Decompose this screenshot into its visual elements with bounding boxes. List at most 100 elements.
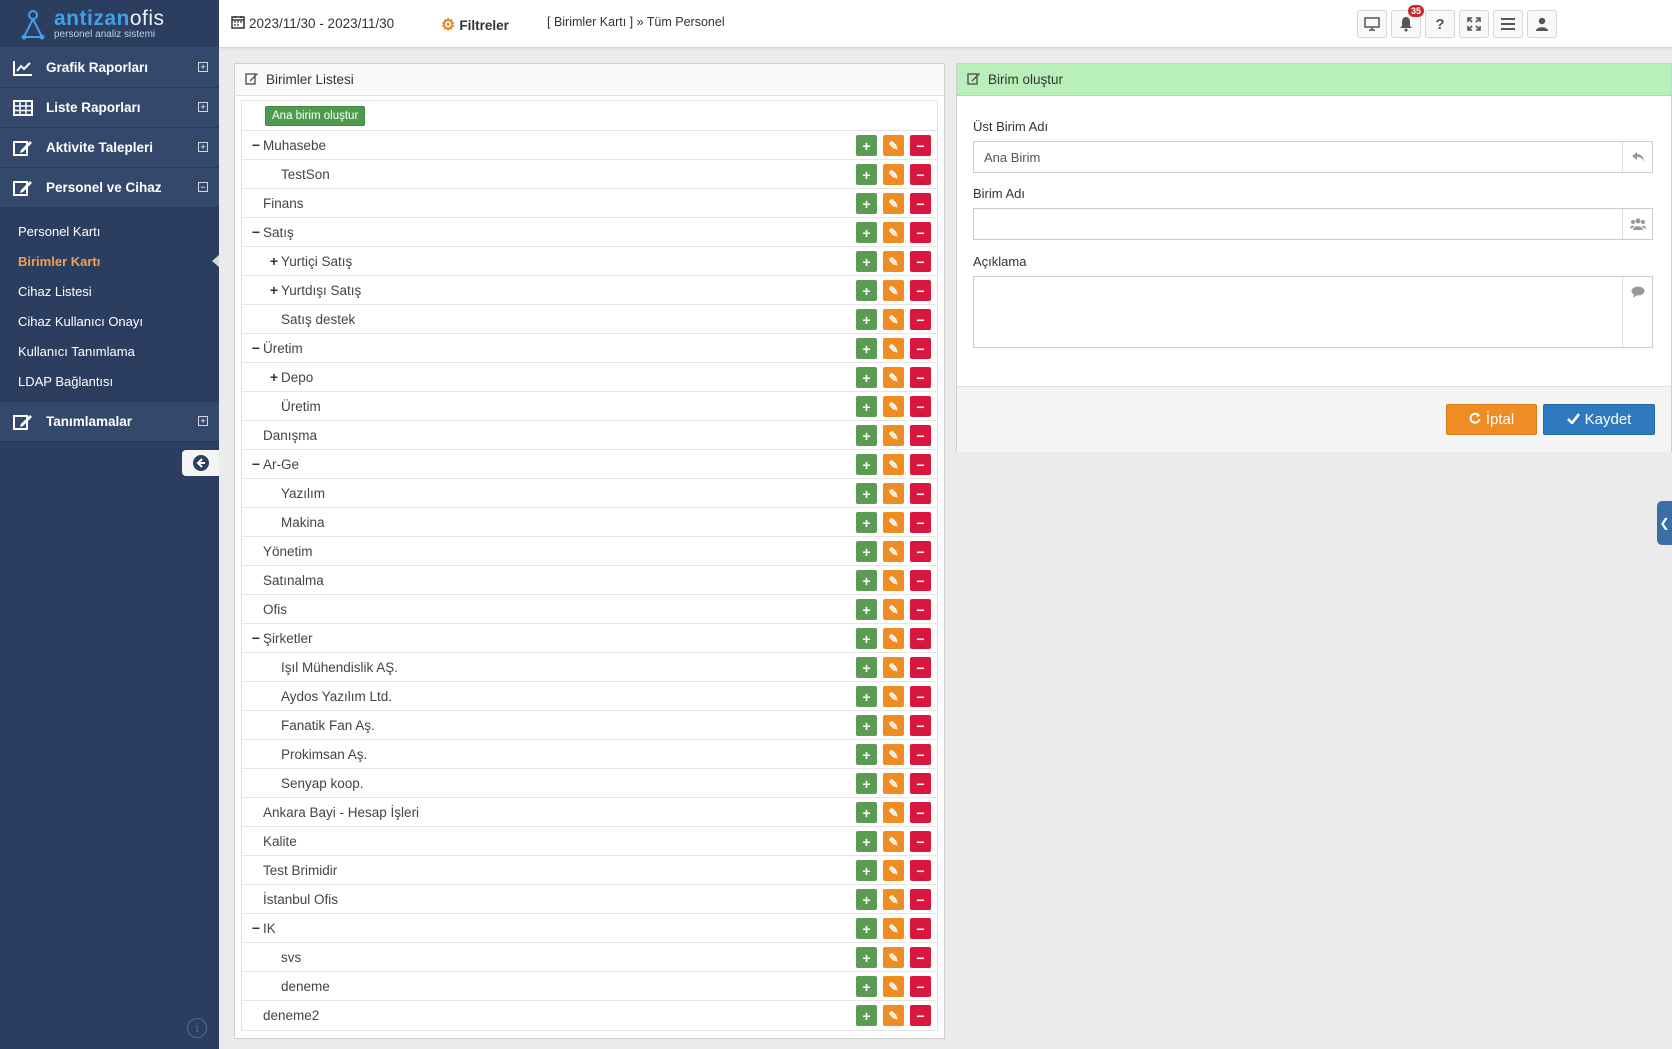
delete-unit-button[interactable]: − bbox=[910, 657, 931, 678]
add-subunit-button[interactable]: + bbox=[856, 512, 877, 533]
tree-row[interactable]: + Yurtiçi Satış + ✎ − bbox=[242, 247, 937, 276]
collapse-node-icon[interactable]: − bbox=[249, 920, 263, 936]
tree-row[interactable]: Üretim + ✎ − bbox=[242, 392, 937, 421]
tree-row[interactable]: deneme + ✎ − bbox=[242, 972, 937, 1001]
menu-button[interactable] bbox=[1493, 10, 1523, 38]
edit-unit-button[interactable]: ✎ bbox=[883, 164, 904, 185]
expand-icon[interactable]: + bbox=[198, 62, 208, 72]
tree-row-label[interactable]: IK bbox=[263, 921, 276, 936]
tree-row-label[interactable]: Ar-Ge bbox=[263, 457, 299, 472]
edit-unit-button[interactable]: ✎ bbox=[883, 222, 904, 243]
delete-unit-button[interactable]: − bbox=[910, 425, 931, 446]
edit-unit-button[interactable]: ✎ bbox=[883, 135, 904, 156]
tree-row[interactable]: Test Brimidir + ✎ − bbox=[242, 856, 937, 885]
tree-row[interactable]: deneme2 + ✎ − bbox=[242, 1001, 937, 1030]
add-subunit-button[interactable]: + bbox=[856, 802, 877, 823]
tree-row[interactable]: svs + ✎ − bbox=[242, 943, 937, 972]
submenu-personel-karti[interactable]: Personel Kartı bbox=[0, 216, 219, 246]
add-subunit-button[interactable]: + bbox=[856, 338, 877, 359]
edit-unit-button[interactable]: ✎ bbox=[883, 889, 904, 910]
expand-node-icon[interactable]: + bbox=[267, 369, 281, 385]
delete-unit-button[interactable]: − bbox=[910, 454, 931, 475]
add-subunit-button[interactable]: + bbox=[856, 686, 877, 707]
tree-row-label[interactable]: Ankara Bayi - Hesap İşleri bbox=[263, 805, 419, 820]
fullscreen-button[interactable] bbox=[1459, 10, 1489, 38]
delete-unit-button[interactable]: − bbox=[910, 860, 931, 881]
edit-unit-button[interactable]: ✎ bbox=[883, 802, 904, 823]
help-button[interactable]: ? bbox=[1425, 10, 1455, 38]
add-subunit-button[interactable]: + bbox=[856, 309, 877, 330]
tree-row-label[interactable]: Yönetim bbox=[263, 544, 313, 559]
delete-unit-button[interactable]: − bbox=[910, 976, 931, 997]
add-subunit-button[interactable]: + bbox=[856, 454, 877, 475]
add-subunit-button[interactable]: + bbox=[856, 889, 877, 910]
add-subunit-button[interactable]: + bbox=[856, 599, 877, 620]
tree-row-label[interactable]: Yurtdışı Satış bbox=[281, 283, 361, 298]
expand-node-icon[interactable]: + bbox=[267, 282, 281, 298]
tree-row[interactable]: Satış destek + ✎ − bbox=[242, 305, 937, 334]
menu-grafik-raporlari[interactable]: Grafik Raporları + bbox=[0, 48, 219, 88]
edit-unit-button[interactable]: ✎ bbox=[883, 599, 904, 620]
tree-row-label[interactable]: Satış destek bbox=[281, 312, 355, 327]
edit-unit-button[interactable]: ✎ bbox=[883, 309, 904, 330]
delete-unit-button[interactable]: − bbox=[910, 918, 931, 939]
expand-icon[interactable]: + bbox=[198, 416, 208, 426]
parent-unit-field[interactable] bbox=[973, 141, 1653, 173]
date-range-picker[interactable]: 2023/11/30 - 2023/11/30 bbox=[231, 15, 394, 32]
tree-row[interactable]: + Yurtdışı Satış + ✎ − bbox=[242, 276, 937, 305]
delete-unit-button[interactable]: − bbox=[910, 193, 931, 214]
edit-unit-button[interactable]: ✎ bbox=[883, 744, 904, 765]
delete-unit-button[interactable]: − bbox=[910, 628, 931, 649]
tree-row[interactable]: Satınalma + ✎ − bbox=[242, 566, 937, 595]
tree-row[interactable]: − Üretim + ✎ − bbox=[242, 334, 937, 363]
add-subunit-button[interactable]: + bbox=[856, 483, 877, 504]
edit-unit-button[interactable]: ✎ bbox=[883, 686, 904, 707]
collapse-node-icon[interactable]: − bbox=[249, 630, 263, 646]
tree-row[interactable]: Yazılım + ✎ − bbox=[242, 479, 937, 508]
add-subunit-button[interactable]: + bbox=[856, 918, 877, 939]
parent-unit-input[interactable] bbox=[974, 142, 1622, 172]
monitor-button[interactable] bbox=[1357, 10, 1387, 38]
delete-unit-button[interactable]: − bbox=[910, 599, 931, 620]
collapse-node-icon[interactable]: − bbox=[249, 137, 263, 153]
edit-unit-button[interactable]: ✎ bbox=[883, 657, 904, 678]
delete-unit-button[interactable]: − bbox=[910, 512, 931, 533]
tree-row[interactable]: + Depo + ✎ − bbox=[242, 363, 937, 392]
collapse-icon[interactable]: − bbox=[198, 182, 208, 192]
submenu-cihaz-kullanici-onayi[interactable]: Cihaz Kullanıcı Onayı bbox=[0, 306, 219, 336]
tree-row-label[interactable]: deneme2 bbox=[263, 1008, 319, 1023]
tree-row-label[interactable]: Satış bbox=[263, 225, 294, 240]
tree-row-label[interactable]: Depo bbox=[281, 370, 313, 385]
tree-row-label[interactable]: svs bbox=[281, 950, 301, 965]
add-subunit-button[interactable]: + bbox=[856, 367, 877, 388]
edit-unit-button[interactable]: ✎ bbox=[883, 715, 904, 736]
edit-unit-button[interactable]: ✎ bbox=[883, 425, 904, 446]
collapse-node-icon[interactable]: − bbox=[249, 456, 263, 472]
edit-unit-button[interactable]: ✎ bbox=[883, 628, 904, 649]
delete-unit-button[interactable]: − bbox=[910, 947, 931, 968]
edit-unit-button[interactable]: ✎ bbox=[883, 570, 904, 591]
tree-row[interactable]: Makina + ✎ − bbox=[242, 508, 937, 537]
tree-row-label[interactable]: Makina bbox=[281, 515, 325, 530]
delete-unit-button[interactable]: − bbox=[910, 570, 931, 591]
edit-unit-button[interactable]: ✎ bbox=[883, 1005, 904, 1026]
collapse-node-icon[interactable]: − bbox=[249, 224, 263, 240]
delete-unit-button[interactable]: − bbox=[910, 396, 931, 417]
expand-node-icon[interactable]: + bbox=[267, 253, 281, 269]
menu-liste-raporlari[interactable]: Liste Raporları + bbox=[0, 88, 219, 128]
tree-row[interactable]: Aydos Yazılım Ltd. + ✎ − bbox=[242, 682, 937, 711]
add-subunit-button[interactable]: + bbox=[856, 541, 877, 562]
menu-personel-ve-cihaz[interactable]: Personel ve Cihaz − bbox=[0, 168, 219, 208]
add-subunit-button[interactable]: + bbox=[856, 715, 877, 736]
delete-unit-button[interactable]: − bbox=[910, 309, 931, 330]
delete-unit-button[interactable]: − bbox=[910, 135, 931, 156]
edit-unit-button[interactable]: ✎ bbox=[883, 454, 904, 475]
menu-aktivite-talepleri[interactable]: Aktivite Talepleri + bbox=[0, 128, 219, 168]
edit-unit-button[interactable]: ✎ bbox=[883, 280, 904, 301]
tree-row-label[interactable]: Işıl Mühendislik AŞ. bbox=[281, 660, 398, 675]
tree-row-label[interactable]: Finans bbox=[263, 196, 304, 211]
tree-row[interactable]: − Ar-Ge + ✎ − bbox=[242, 450, 937, 479]
tree-row[interactable]: Danışma + ✎ − bbox=[242, 421, 937, 450]
edit-unit-button[interactable]: ✎ bbox=[883, 367, 904, 388]
add-subunit-button[interactable]: + bbox=[856, 773, 877, 794]
